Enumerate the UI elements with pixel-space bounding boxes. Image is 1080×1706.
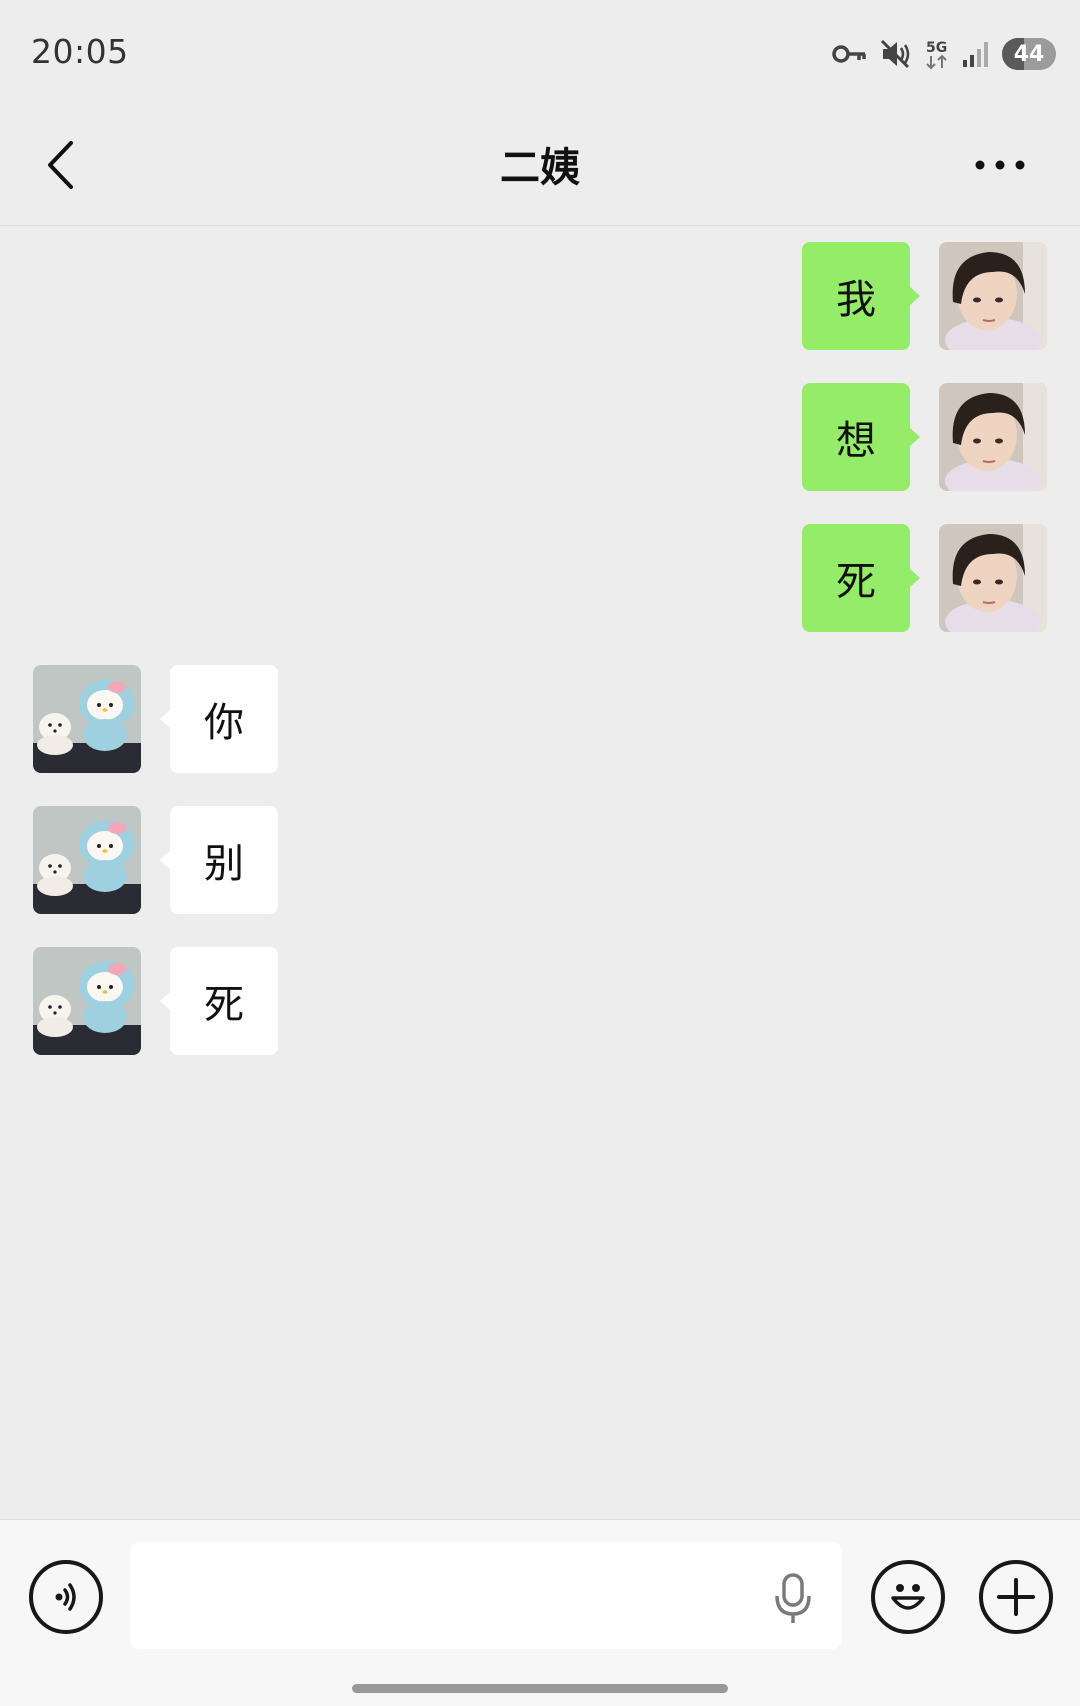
plus-icon — [997, 1578, 1035, 1616]
avatar-self[interactable] — [939, 524, 1047, 632]
avatar-contact[interactable] — [33, 665, 141, 773]
message-text: 死 — [204, 982, 244, 1028]
voice-mode-button[interactable] — [29, 1560, 103, 1634]
emoji-icon — [891, 1584, 925, 1610]
status-time: 20:05 — [31, 32, 129, 71]
microphone-icon — [775, 1573, 811, 1623]
status-bar: 20:05 5G 44 — [0, 0, 1080, 105]
status-icons: 5G 44 — [832, 36, 1056, 72]
microphone-button[interactable] — [768, 1572, 818, 1626]
emoji-button[interactable] — [871, 1560, 945, 1634]
more-options-button[interactable] — [970, 145, 1030, 185]
message-bubble-received[interactable]: 死 — [160, 947, 278, 1055]
signal-icon — [963, 42, 988, 67]
avatar-contact[interactable] — [33, 947, 141, 1055]
message-text: 别 — [204, 841, 244, 887]
avatar-self[interactable] — [939, 383, 1047, 491]
home-indicator[interactable] — [352, 1684, 728, 1693]
key-icon — [832, 45, 866, 63]
message-text: 你 — [204, 700, 244, 746]
network-label: 5G — [926, 40, 947, 56]
message-text: 我 — [836, 277, 876, 323]
message-bubble-sent[interactable]: 我 — [802, 242, 920, 350]
avatar-self[interactable] — [939, 242, 1047, 350]
chat-header: 二姨 — [0, 105, 1080, 226]
message-bubble-received[interactable]: 你 — [160, 665, 278, 773]
message-bubble-sent[interactable]: 死 — [802, 524, 920, 632]
more-dots-icon — [975, 160, 1025, 170]
chat-title: 二姨 — [500, 145, 580, 191]
input-bar — [0, 1519, 1080, 1706]
message-input[interactable] — [130, 1542, 842, 1649]
message-bubble-received[interactable]: 别 — [160, 806, 278, 914]
mute-icon — [880, 39, 910, 69]
voice-mode-icon — [55, 1583, 76, 1611]
plus-button[interactable] — [979, 1560, 1053, 1634]
message-text: 想 — [836, 418, 876, 464]
5g-icon: 5G — [926, 40, 947, 70]
message-text: 死 — [836, 559, 876, 605]
avatar-contact[interactable] — [33, 806, 141, 914]
battery-level: 44 — [1013, 41, 1045, 67]
message-bubble-sent[interactable]: 想 — [802, 383, 920, 491]
battery-indicator: 44 — [1002, 38, 1056, 70]
